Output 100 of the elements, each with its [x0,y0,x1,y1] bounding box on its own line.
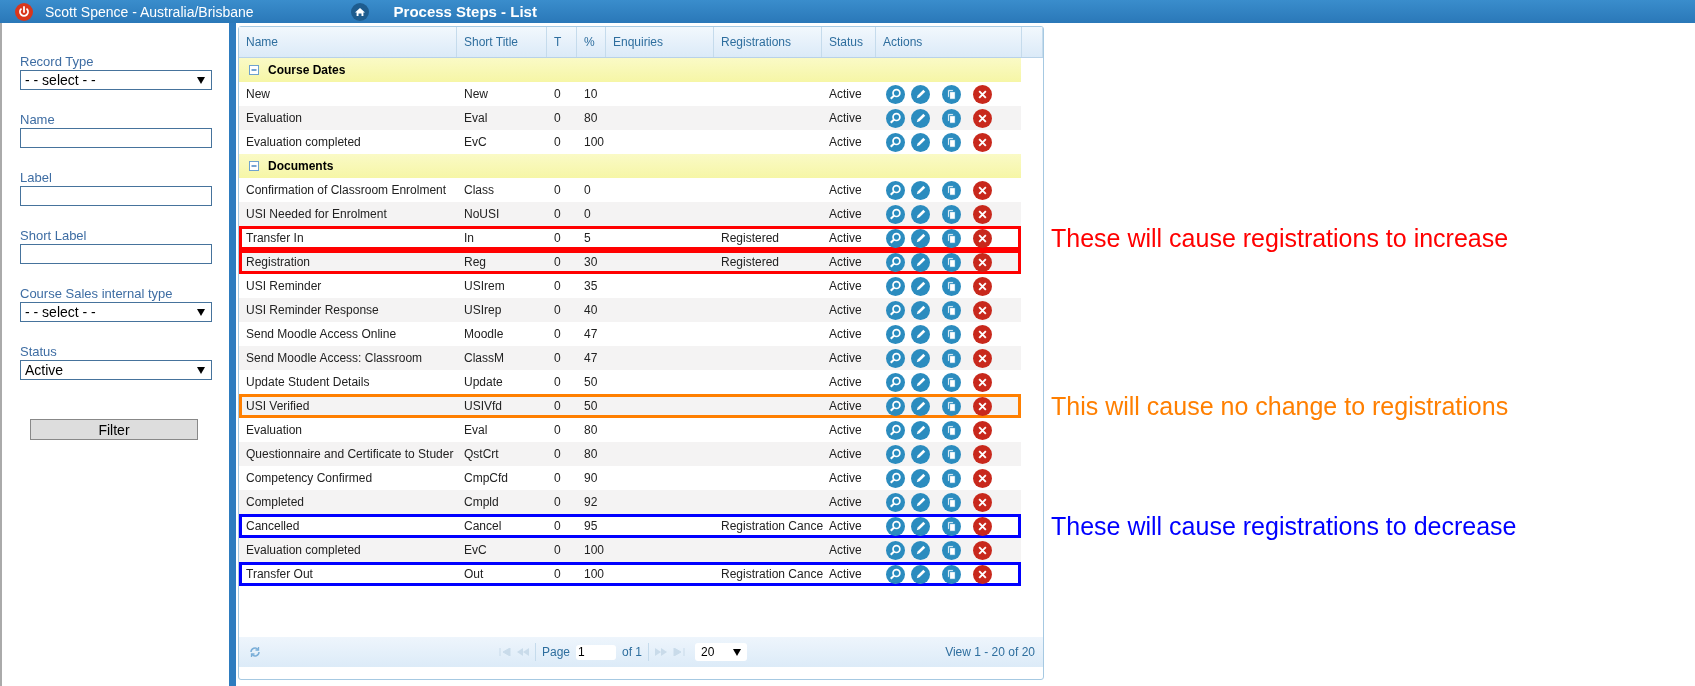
table-row[interactable]: Send Moodle Access: Classroom ClassM 0 47 Active [239,346,1021,370]
delete-icon[interactable] [973,540,992,560]
copy-icon[interactable] [942,84,961,104]
copy-icon[interactable] [942,444,961,464]
edit-icon[interactable] [911,204,930,224]
edit-icon[interactable] [911,396,930,416]
edit-icon[interactable] [911,492,930,512]
search-icon[interactable] [886,204,905,224]
column-header[interactable]: Registrations [714,27,822,57]
delete-icon[interactable] [973,180,992,200]
column-header[interactable]: Enquiries [606,27,714,57]
copy-icon[interactable] [942,108,961,128]
search-icon[interactable] [886,300,905,320]
table-row[interactable]: Evaluation Eval 0 80 Active [239,106,1021,130]
minus-square-icon[interactable] [249,161,259,171]
edit-icon[interactable] [911,372,930,392]
column-header[interactable]: Name [239,27,457,57]
copy-icon[interactable] [942,204,961,224]
table-row[interactable]: USI Needed for Enrolment NoUSI 0 0 Active [239,202,1021,226]
search-icon[interactable] [886,444,905,464]
highlighted-row[interactable]: Transfer Out Out 0 100 Registration Cance Active [239,562,1021,586]
delete-icon[interactable] [973,84,992,104]
edit-icon[interactable] [911,420,930,440]
search-icon[interactable] [886,108,905,128]
delete-icon[interactable] [973,516,992,536]
delete-icon[interactable] [973,396,992,416]
delete-icon[interactable] [973,300,992,320]
search-icon[interactable] [886,348,905,368]
copy-icon[interactable] [942,276,961,296]
delete-icon[interactable] [973,564,992,584]
power-icon[interactable] [15,2,33,21]
text-field[interactable] [20,244,212,264]
search-icon[interactable] [886,252,905,272]
copy-icon[interactable] [942,420,961,440]
edit-icon[interactable] [911,444,930,464]
delete-icon[interactable] [973,468,992,488]
copy-icon[interactable] [942,468,961,488]
copy-icon[interactable] [942,372,961,392]
table-row[interactable]: Evaluation completed EvC 0 100 Active [239,538,1021,562]
group-row[interactable]: Documents [239,154,1021,178]
search-icon[interactable] [886,492,905,512]
delete-icon[interactable] [973,348,992,368]
copy-icon[interactable] [942,348,961,368]
edit-icon[interactable] [911,84,930,104]
select-field[interactable]: - - select - - [20,302,212,322]
copy-icon[interactable] [942,516,961,536]
table-row[interactable]: USI Reminder Response USIrep 0 40 Active [239,298,1021,322]
copy-icon[interactable] [942,564,961,584]
select-field[interactable]: Active [20,360,212,380]
search-icon[interactable] [886,324,905,344]
delete-icon[interactable] [973,252,992,272]
delete-icon[interactable] [973,420,992,440]
edit-icon[interactable] [911,108,930,128]
select-field[interactable]: - - select - - [20,70,212,90]
search-icon[interactable] [886,420,905,440]
edit-icon[interactable] [911,540,930,560]
copy-icon[interactable] [942,540,961,560]
delete-icon[interactable] [973,324,992,344]
search-icon[interactable] [886,396,905,416]
copy-icon[interactable] [942,300,961,320]
copy-icon[interactable] [942,228,961,248]
delete-icon[interactable] [973,228,992,248]
column-header[interactable]: Actions [876,27,1022,57]
edit-icon[interactable] [911,348,930,368]
search-icon[interactable] [886,516,905,536]
copy-icon[interactable] [942,132,961,152]
search-icon[interactable] [886,468,905,488]
edit-icon[interactable] [911,300,930,320]
table-row[interactable]: Completed Cmpld 0 92 Active [239,490,1021,514]
delete-icon[interactable] [973,132,992,152]
edit-icon[interactable] [911,228,930,248]
delete-icon[interactable] [973,276,992,296]
edit-icon[interactable] [911,276,930,296]
edit-icon[interactable] [911,468,930,488]
highlighted-row[interactable]: Registration Reg 0 30 Registered Active [239,250,1021,274]
delete-icon[interactable] [973,492,992,512]
filter-button[interactable]: Filter [30,419,198,440]
minus-square-icon[interactable] [249,65,259,75]
edit-icon[interactable] [911,516,930,536]
column-header[interactable]: Status [822,27,876,57]
search-icon[interactable] [886,84,905,104]
search-icon[interactable] [886,132,905,152]
copy-icon[interactable] [942,252,961,272]
delete-icon[interactable] [973,372,992,392]
copy-icon[interactable] [942,180,961,200]
refresh-icon[interactable] [249,646,261,658]
column-header[interactable]: % [577,27,606,57]
text-field[interactable] [20,128,212,148]
edit-icon[interactable] [911,324,930,344]
edit-icon[interactable] [911,180,930,200]
copy-icon[interactable] [942,492,961,512]
edit-icon[interactable] [911,132,930,152]
column-header[interactable]: T [547,27,577,57]
search-icon[interactable] [886,540,905,560]
home-icon[interactable] [350,2,369,21]
edit-icon[interactable] [911,564,930,584]
column-header[interactable]: Short Title [457,27,547,57]
search-icon[interactable] [886,228,905,248]
group-row[interactable]: Course Dates [239,58,1021,82]
search-icon[interactable] [886,180,905,200]
